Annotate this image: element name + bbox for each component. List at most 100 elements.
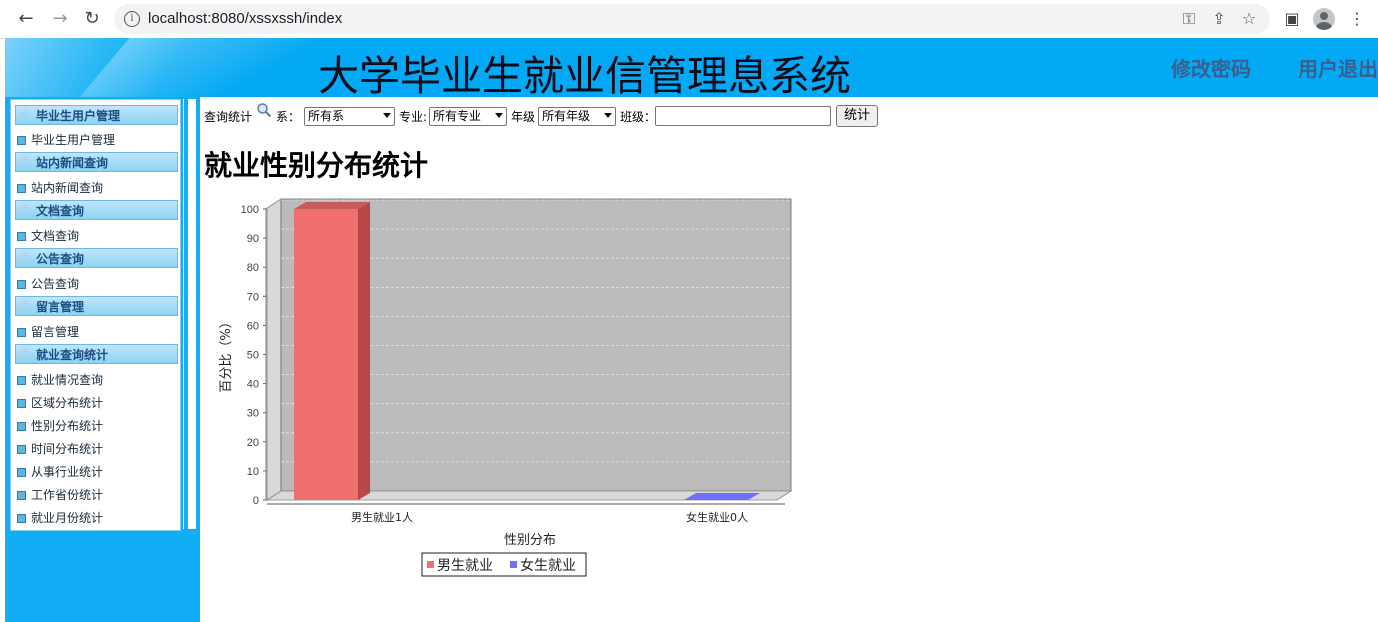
x-tick-label: 男生就业1人: [351, 510, 413, 524]
logout-link[interactable]: 用户退出: [1298, 53, 1378, 82]
y-tick-label: 40: [247, 379, 259, 391]
menu-item-label: 就业月份统计: [31, 511, 104, 525]
dept-select[interactable]: 所有系: [304, 107, 395, 126]
site-info-icon[interactable]: i: [124, 11, 140, 27]
major-select[interactable]: 所有专业: [429, 107, 507, 126]
chevron-down-icon: [495, 113, 503, 118]
menu-group-graduate-users[interactable]: ☆ 毕业生用户管理: [15, 105, 178, 125]
y-tick-label: 20: [247, 437, 259, 449]
menu-item-label: 时间分布统计: [31, 442, 104, 456]
sidebar-menu: ☆ 毕业生用户管理 毕业生用户管理 ☆ 站内新闻查询 站内新闻查询 ☆ 文档查询…: [10, 99, 181, 531]
bullet-icon: [17, 468, 26, 477]
menu-group-messages[interactable]: ☆ 留言管理: [15, 296, 178, 316]
address-url: localhost:8080/xssxssh/index: [148, 10, 343, 27]
y-tick-label: 100: [241, 204, 259, 216]
side-panel-icon[interactable]: ▣: [1281, 8, 1303, 30]
chevron-down-icon: [604, 113, 612, 118]
menu-item-label: 毕业生用户管理: [31, 133, 116, 147]
star-icon: ☆: [18, 345, 31, 361]
y-tick-label: 50: [247, 350, 259, 362]
menu-group-employment-stats[interactable]: ☆ 就业查询统计: [15, 344, 178, 364]
menu-item-label: 文档查询: [31, 229, 80, 243]
star-icon: ☆: [18, 297, 31, 313]
menu-group-label: 文档查询: [36, 204, 85, 218]
menu-item-label: 工作省份统计: [31, 488, 104, 502]
page-title: 就业性别分布统计: [204, 149, 429, 182]
menu-group-documents[interactable]: ☆ 文档查询: [15, 200, 178, 220]
class-label: 班级：: [620, 110, 657, 124]
bullet-icon: [17, 280, 26, 289]
bar: [684, 493, 760, 500]
gender-bar-chart: 0 10 20 30 40 50 60 70 80 90 100 男生就业1人 女生就业0人性别分布 百分…: [219, 198, 793, 577]
grade-label: 年级: [511, 110, 536, 124]
bullet-icon: [17, 136, 26, 145]
menu-item-label: 性别分布统计: [31, 419, 104, 433]
banner-decoration: [5, 38, 275, 97]
bookmark-star-icon[interactable]: ☆: [1240, 10, 1258, 28]
menu-item-label: 就业情况查询: [31, 373, 104, 387]
class-input[interactable]: [655, 106, 831, 126]
y-tick-label: 30: [247, 408, 259, 420]
star-icon: ☆: [18, 249, 31, 265]
grade-select[interactable]: 所有年级: [538, 107, 616, 126]
bullet-icon: [17, 399, 26, 408]
bullet-icon: [17, 232, 26, 241]
site-title: 大学毕业生就业信管理息系统: [318, 52, 851, 97]
menu-item-label: 从事行业统计: [31, 465, 104, 479]
star-icon: ☆: [18, 153, 31, 169]
forward-arrow-icon[interactable]: →: [48, 7, 72, 31]
bar-side: [358, 202, 370, 500]
y-tick-label: 60: [247, 320, 259, 332]
legend-swatch: [427, 561, 434, 568]
menu-dots-icon[interactable]: ⋮: [1346, 8, 1368, 30]
menu-group-site-news[interactable]: ☆ 站内新闻查询: [15, 152, 178, 172]
menu-group-label: 站内新闻查询: [36, 156, 109, 170]
bullet-icon: [17, 491, 26, 500]
menu-group-label: 留言管理: [36, 300, 85, 314]
star-icon: ☆: [18, 106, 31, 122]
change-password-link[interactable]: 修改密码: [1171, 53, 1251, 82]
bullet-icon: [17, 184, 26, 193]
x-tick-label: 女生就业0人: [686, 510, 748, 524]
bullet-icon: [17, 514, 26, 523]
grade-select-value: 所有年级: [542, 109, 591, 123]
menu-group-label: 就业查询统计: [36, 348, 109, 362]
share-icon[interactable]: ⇪: [1210, 10, 1228, 28]
menu-item-label: 站内新闻查询: [31, 181, 104, 195]
legend-swatch: [510, 561, 517, 568]
key-icon[interactable]: ⚿: [1180, 10, 1198, 28]
dept-label: 系：: [276, 110, 301, 124]
profile-avatar[interactable]: [1313, 8, 1335, 30]
major-select-value: 所有专业: [433, 109, 482, 123]
menu-group-label: 毕业生用户管理: [36, 109, 121, 123]
x-axis-label: 性别分布: [504, 533, 556, 548]
bullet-icon: [17, 445, 26, 454]
star-icon: ☆: [18, 201, 31, 217]
bullet-icon: [17, 328, 26, 337]
menu-group-label: 公告查询: [36, 252, 85, 266]
bullet-icon: [17, 422, 26, 431]
bar: [294, 209, 358, 500]
reload-icon[interactable]: ↻: [80, 7, 104, 31]
back-arrow-icon[interactable]: ←: [14, 7, 38, 31]
menu-item-label: 区域分布统计: [31, 396, 104, 410]
bar-top: [294, 202, 370, 209]
sidebar-scrollbar[interactable]: [183, 99, 196, 529]
browser-toolbar: ← → ↻ i localhost:8080/xssxssh/index ⚿ ⇪…: [0, 0, 1378, 39]
y-tick-label: 90: [247, 233, 259, 245]
y-tick-label: 80: [247, 262, 259, 274]
menu-group-announcements[interactable]: ☆ 公告查询: [15, 248, 178, 268]
search-icon: [257, 103, 272, 118]
y-axis-label: 百分比（%）: [219, 315, 234, 392]
menu-item-label: 公告查询: [31, 277, 80, 291]
header-banner: 大学毕业生就业信管理息系统 修改密码 用户退出: [5, 38, 1378, 97]
y-tick-label: 10: [247, 466, 259, 478]
dept-select-value: 所有系: [308, 109, 345, 123]
menu-item-label: 留言管理: [31, 325, 80, 339]
legend-label: 男生就业: [437, 558, 493, 574]
query-label: 查询统计: [204, 110, 253, 124]
address-bar[interactable]: i localhost:8080/xssxssh/index ⚿ ⇪ ☆: [114, 4, 1270, 34]
bullet-icon: [17, 376, 26, 385]
stat-button[interactable]: 统计: [836, 105, 878, 127]
chevron-down-icon: [383, 113, 391, 118]
